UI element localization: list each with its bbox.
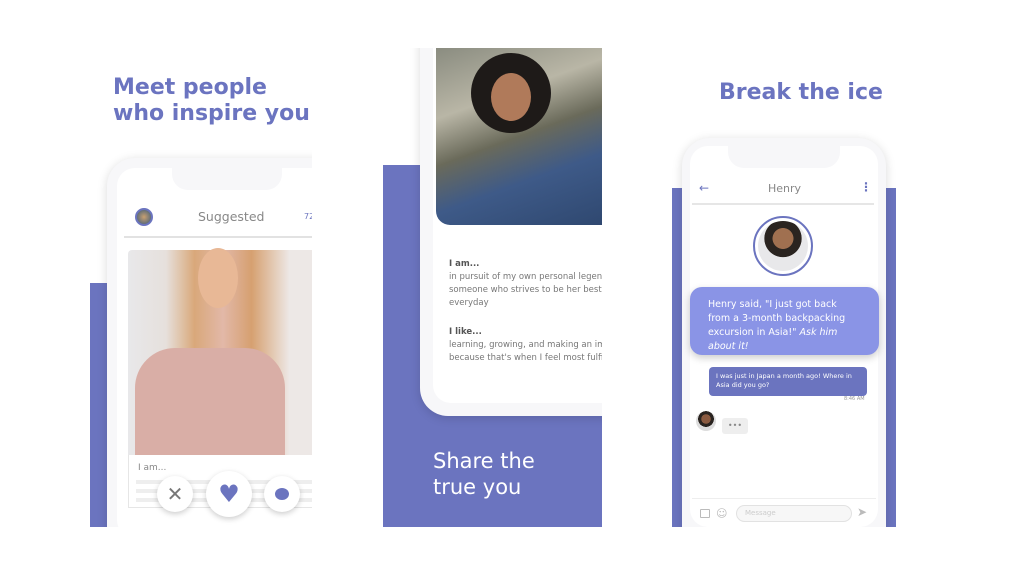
heart-icon: ♥: [218, 480, 240, 508]
screenshot-panel-3: Break the ice ← Henry ⋮ Henry said, "I j…: [672, 48, 896, 527]
headline: Break the ice: [719, 80, 883, 105]
typing-indicator: •••: [722, 418, 748, 434]
like-button[interactable]: ♥: [206, 471, 252, 517]
chat-icon: [275, 488, 289, 500]
chat-title: Henry: [768, 182, 802, 195]
more-options-icon[interactable]: ⋮: [860, 180, 872, 194]
match-avatar[interactable]: [753, 216, 813, 276]
send-icon[interactable]: ➤: [857, 505, 867, 519]
sent-message: I was just in Japan a month ago! Where i…: [709, 367, 867, 396]
emoji-icon[interactable]: ☺: [716, 507, 727, 520]
message-button[interactable]: [264, 476, 300, 512]
header-title: Suggested: [198, 209, 265, 224]
pass-button[interactable]: ✕: [157, 476, 193, 512]
screenshot-panel-1: Meet people who inspire you Suggested 72…: [90, 48, 312, 527]
profile-avatar[interactable]: [135, 208, 153, 226]
header-divider: [124, 236, 312, 238]
headline: Meet people who inspire you: [113, 75, 310, 126]
message-time: 8:46 AM: [844, 396, 865, 402]
x-icon: ✕: [166, 482, 184, 506]
card-label: I am...: [138, 463, 167, 473]
screenshot-panel-2: I am... in pursuit of my own personal le…: [383, 48, 602, 527]
caption: Share the true you: [433, 449, 535, 499]
icebreaker-prompt: Henry said, "I just got back from a 3-mo…: [690, 287, 879, 355]
back-arrow-icon[interactable]: ←: [699, 181, 709, 195]
typing-avatar: [696, 411, 716, 431]
match-count: 72: [304, 212, 312, 221]
message-input[interactable]: Message: [736, 505, 852, 522]
purple-background: [90, 283, 107, 527]
bio-section: I am... in pursuit of my own personal le…: [449, 259, 602, 363]
image-icon[interactable]: [700, 509, 710, 518]
